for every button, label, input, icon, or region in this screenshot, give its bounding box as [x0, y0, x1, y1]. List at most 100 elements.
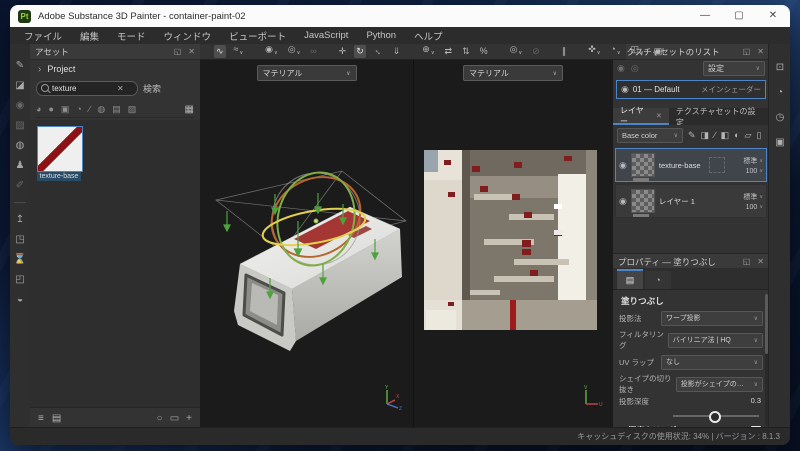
asset-details-icon[interactable]: ▤ [52, 413, 61, 424]
shelf-icon[interactable]: ◒ [17, 294, 23, 305]
minimize-button[interactable]: — [688, 5, 722, 27]
resources-icon[interactable]: ◰ [15, 274, 24, 285]
opacity-dropdown[interactable]: 100∨ [746, 204, 763, 211]
fill-mode-2-icon[interactable]: ◎∨ [286, 43, 303, 60]
texture-set-row[interactable]: ◉ 01 — Default メインシェーダー [616, 80, 766, 99]
polygon-fill-tool-icon[interactable]: ▨ [15, 120, 24, 131]
smart-material-filter-icon[interactable]: ● [48, 104, 53, 114]
clone-tool-icon[interactable]: ♟ [16, 160, 25, 171]
snap-icon[interactable]: ◎∨ [508, 43, 525, 60]
menu-help[interactable]: ヘルプ [414, 29, 443, 43]
close-tab-icon[interactable]: ✕ [656, 112, 662, 120]
link-icon[interactable]: ∞ [308, 45, 318, 58]
add-folder-icon[interactable]: ▱ [745, 130, 752, 141]
scale-icon[interactable]: ↔ [372, 45, 385, 58]
viewport-2d[interactable]: マテリアル ∨ V U [414, 59, 612, 428]
clear-search-icon[interactable]: ✕ [117, 84, 124, 93]
stroke-lazy-icon[interactable]: ≈∨ [232, 43, 246, 60]
filtering-dropdown[interactable]: バイリニア法 | HQ∨ [668, 333, 763, 348]
camera-video-icon[interactable]: ◫∨ [629, 43, 646, 60]
visibility-eye-icon[interactable]: ◉ [621, 84, 629, 95]
blend-mode-dropdown[interactable]: 標準∨ [743, 192, 763, 202]
environment-filter-icon[interactable]: ▨ [128, 104, 137, 115]
zoom-in-icon[interactable]: + [186, 413, 192, 424]
texture-set-settings-dropdown[interactable]: 設定 ∨ [703, 61, 765, 76]
export-icon[interactable]: ↥ [16, 214, 24, 225]
shader-settings-icon[interactable]: ◔ [777, 87, 783, 98]
search-input[interactable] [52, 84, 114, 93]
viewport-3d[interactable]: マテリアル ∨ Y X Z [200, 59, 413, 428]
eraser-tool-icon[interactable]: ◪ [15, 80, 24, 91]
channel-dropdown[interactable]: Base color ∨ [617, 128, 683, 143]
project-icon[interactable]: ⇓ [391, 45, 403, 58]
add-stamp-icon[interactable]: ◨ [701, 130, 710, 141]
assets-panel-header[interactable]: アセット ◱ ✕ [30, 44, 200, 60]
menu-viewport[interactable]: ビューポート [229, 29, 286, 43]
mirror-y-icon[interactable]: ⇅ [460, 45, 472, 58]
trash-icon[interactable]: ▯ [756, 130, 761, 141]
alpha-filter-icon[interactable]: ◍ [97, 104, 105, 115]
magnet-off-icon[interactable]: ⊘ [530, 45, 542, 58]
add-fill-icon[interactable]: ◧ [721, 130, 730, 141]
texture-filter-icon[interactable]: ▤ [112, 104, 121, 115]
uv-wrap-dropdown[interactable]: なし∨ [661, 355, 763, 370]
asset-search-box[interactable]: ✕ [36, 81, 138, 96]
layer-thumbnail[interactable] [631, 189, 655, 213]
layer-row-texture-base[interactable]: ◉ texture-base 標準∨ 100∨ [615, 148, 767, 182]
fill-mode-icon[interactable]: ◉∨ [263, 43, 280, 60]
tab-texture-set-settings[interactable]: テクスチャセットの設定 [669, 108, 769, 125]
material-sphere-icon[interactable]: ◔∨ [608, 43, 622, 60]
smart-mask-filter-icon[interactable]: ▣ [61, 104, 70, 115]
close-panel-icon[interactable]: ✕ [757, 257, 764, 266]
menu-edit[interactable]: 編集 [80, 29, 99, 43]
stroke-path-icon[interactable]: ∿ [214, 45, 226, 58]
zoom-out-icon[interactable]: ○ [157, 413, 163, 424]
physics-icon[interactable]: ✜∨ [586, 43, 602, 60]
shading-mode-dropdown-3d[interactable]: マテリアル ∨ [257, 65, 357, 81]
slider-handle[interactable] [709, 411, 721, 423]
rotate-icon[interactable]: ↻ [354, 45, 366, 58]
symmetry-slash-icon[interactable]: % [478, 45, 490, 58]
mirror-x-icon[interactable]: ⇄ [443, 45, 455, 58]
particle-filter-icon[interactable]: ∕ [89, 104, 91, 114]
float-panel-icon[interactable]: ◱ [743, 257, 751, 266]
menu-javascript[interactable]: JavaScript [304, 30, 348, 41]
close-button[interactable]: ✕ [756, 5, 790, 27]
gizmo-icon[interactable]: ⊕∨ [420, 43, 436, 60]
move-icon[interactable]: ✛ [337, 45, 349, 58]
close-panel-icon[interactable]: ✕ [757, 47, 764, 56]
float-panel-icon[interactable]: ◱ [174, 47, 182, 56]
opacity-dropdown[interactable]: 100∨ [746, 168, 763, 175]
shape-crop-dropdown[interactable]: 投影がシェイプの外側に拡張∨ [676, 377, 763, 392]
maximize-button[interactable]: ▢ [722, 5, 756, 27]
visibility-eye-icon[interactable]: ◉ [617, 63, 625, 74]
title-bar[interactable]: Pt Adobe Substance 3D Painter - containe… [10, 5, 790, 27]
asset-list-icon[interactable]: ≡ [38, 413, 44, 424]
menu-python[interactable]: Python [366, 30, 396, 41]
shading-mode-dropdown-2d[interactable]: マテリアル ∨ [463, 65, 563, 81]
pause-engine-icon[interactable]: ∥ [560, 45, 569, 58]
projection-mode-dropdown[interactable]: ワープ投影∨ [661, 311, 763, 326]
display-settings-icon[interactable]: ⊡ [776, 62, 784, 73]
layer-mask-slot[interactable] [709, 157, 725, 173]
visibility-eye-off-icon[interactable]: ◎ [631, 63, 639, 74]
texture-set-settings-icon[interactable]: ▣ [775, 137, 784, 148]
history-icon[interactable]: ◷ [776, 112, 785, 123]
zoom-handle-icon[interactable]: ▭ [170, 413, 179, 424]
menu-file[interactable]: ファイル [24, 29, 62, 43]
projection-tool-icon[interactable]: ◉ [16, 100, 25, 111]
add-paint-icon[interactable]: ∕ [714, 130, 716, 140]
asset-card[interactable]: texture-base [37, 126, 83, 181]
grid-view-icon[interactable]: ▦ [185, 104, 194, 115]
visibility-eye-icon[interactable]: ◉ [619, 160, 627, 171]
project-section-row[interactable]: › Project [30, 61, 200, 77]
add-effect-icon[interactable]: ✎ [688, 130, 696, 141]
blend-mode-dropdown[interactable]: 標準∨ [743, 156, 763, 166]
float-panel-icon[interactable]: ◱ [743, 47, 751, 56]
menu-mode[interactable]: モード [117, 29, 146, 43]
paint-tool-icon[interactable]: ✎ [16, 60, 24, 71]
hourglass-icon[interactable]: ⌛ [14, 254, 26, 265]
visibility-eye-icon[interactable]: ◉ [619, 196, 627, 207]
smudge-tool-icon[interactable]: ◍ [16, 140, 25, 151]
menu-window[interactable]: ウィンドウ [164, 29, 212, 43]
